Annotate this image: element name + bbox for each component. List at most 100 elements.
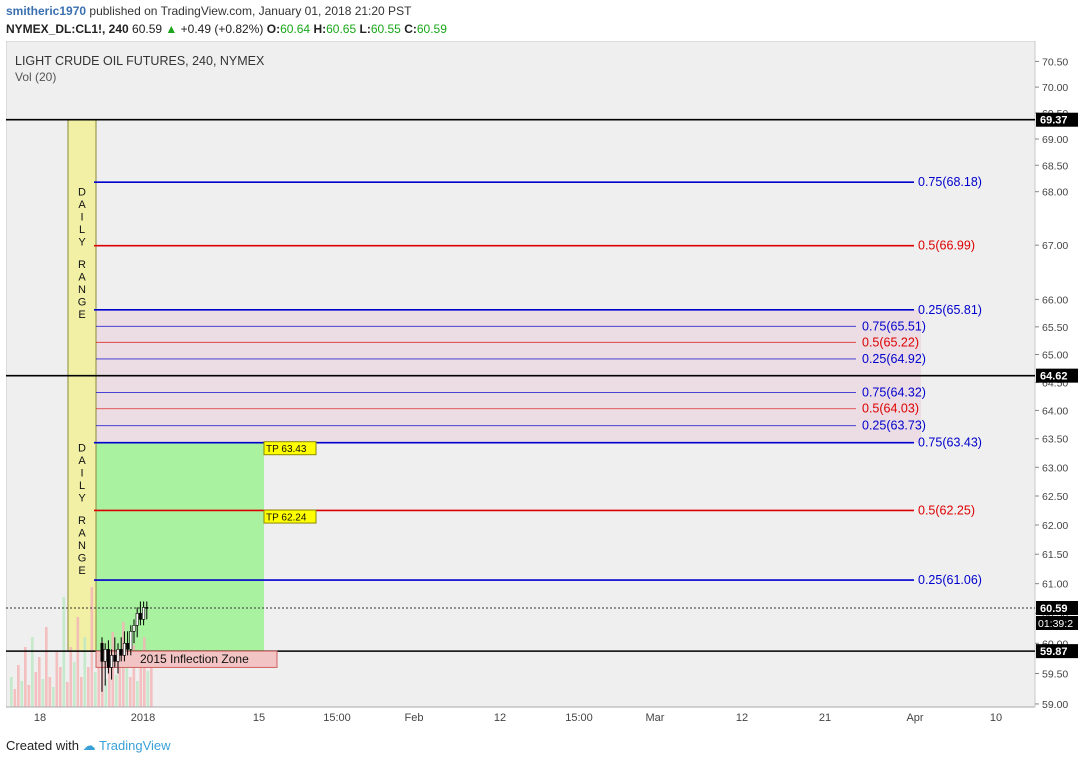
y-tick-label: 69.00 (1042, 134, 1068, 146)
candle-body (119, 649, 123, 656)
daily-range-letter: R (78, 515, 86, 527)
x-tick-label: 2018 (131, 712, 155, 724)
publish-line: smitheric1970 published on TradingView.c… (6, 4, 411, 18)
candle-body (135, 613, 139, 626)
volume-bar (17, 665, 20, 707)
volume-bar (125, 667, 129, 707)
volume-bar (143, 637, 146, 707)
volume-bar (136, 681, 139, 707)
volume-bar (38, 657, 41, 707)
x-tick-label: 18 (34, 712, 46, 724)
daily-range-letter: N (78, 540, 86, 552)
inner-level-label: 0.75(64.32) (862, 385, 926, 399)
last-price: 60.59 (132, 22, 163, 36)
volume-bar (73, 662, 76, 707)
lower-range-shade (96, 375, 921, 443)
close-label: C: (404, 22, 417, 36)
volume-bar (24, 647, 27, 707)
countdown-text: 01:39:2 (1038, 618, 1073, 630)
open-value: 60.64 (280, 22, 311, 36)
volume-bar (129, 677, 132, 707)
inner-level-label: 0.5(65.22) (862, 335, 919, 349)
price-chart[interactable]: 0.75(68.18) 0.5(66.99) 0.25(65.81) 0.75(63.… (6, 41, 1078, 733)
quote-line: NYMEX_DL:CL1!, 240 60.59 ▲ +0.49 (+0.82%… (6, 22, 447, 36)
change-value: +0.49 (+0.82%) (180, 22, 264, 36)
candle-body (110, 655, 114, 668)
y-tick-label: 70.50 (1042, 56, 1068, 68)
candle-body (116, 649, 120, 662)
tp-label-text: TP 63.43 (266, 444, 307, 455)
open-label: O: (266, 22, 281, 36)
created-with-text: Created with (6, 738, 79, 753)
volume-bar (76, 617, 80, 707)
price-badge-text: 59.87 (1040, 646, 1068, 658)
daily-range-letter: D (78, 443, 86, 455)
candle-body (142, 607, 146, 620)
daily-range-letter: E (78, 565, 85, 577)
close-value: 60.59 (416, 22, 447, 36)
daily-range-letter: Y (78, 493, 86, 505)
volume-bar (69, 647, 73, 707)
footer: Created with ☁ TradingView (6, 738, 171, 754)
y-tick-label: 63.50 (1042, 434, 1068, 446)
candle-body (103, 649, 107, 662)
fib-level-label: 0.5(62.25) (918, 503, 975, 517)
daily-range-letter: G (78, 553, 87, 565)
inner-level-label: 0.25(64.92) (862, 352, 926, 366)
candle-body (100, 642, 104, 662)
published-text: published on TradingView.com, January 01… (89, 4, 412, 18)
y-tick-label: 68.50 (1042, 160, 1068, 172)
symbol-label: NYMEX_DL:CL1!, 240 (6, 22, 129, 36)
volume-bar (34, 672, 38, 707)
volume-bar (41, 679, 45, 707)
volume-bar (31, 637, 34, 707)
daily-range-letter: L (79, 480, 85, 492)
candle-body (138, 613, 142, 620)
volume-bar (13, 689, 17, 707)
x-tick-label: 21 (819, 712, 831, 724)
volume-bar (27, 685, 31, 707)
chart-subtitle: Vol (20) (15, 70, 56, 84)
x-tick-label: Feb (405, 712, 424, 724)
daily-range-letter: I (80, 468, 83, 480)
x-tick-label: Mar (646, 712, 665, 724)
daily-range-letter: N (78, 284, 86, 296)
x-tick-label: 12 (494, 712, 506, 724)
daily-range-letter: D (78, 187, 86, 199)
x-tick-label: 12 (736, 712, 748, 724)
x-tick-label: 15:00 (323, 712, 351, 724)
candle-body (113, 655, 117, 662)
daily-range-letter: R (78, 259, 86, 271)
price-badge-text: 60.59 (1040, 603, 1068, 615)
author-link[interactable]: smitheric1970 (6, 4, 86, 18)
x-tick-label: 15:00 (565, 712, 593, 724)
upper-range-shade (96, 309, 921, 376)
volume-bar (146, 671, 150, 707)
fib-level-label: 0.75(68.18) (918, 175, 982, 189)
y-tick-label: 65.00 (1042, 349, 1068, 361)
high-value: 60.65 (326, 22, 357, 36)
fib-level-label: 0.25(61.06) (918, 573, 982, 587)
volume-bar (45, 627, 48, 707)
y-tick-label: 63.00 (1042, 462, 1068, 474)
daily-range-letter: A (78, 199, 86, 211)
y-tick-label: 59.00 (1042, 699, 1068, 711)
volume-bar (87, 667, 90, 707)
daily-range-letter: E (78, 309, 85, 321)
x-tick-label: Apr (906, 712, 923, 724)
candle-body (126, 642, 130, 650)
x-tick-label: 10 (990, 712, 1002, 724)
tp-label-text: TP 62.24 (266, 513, 307, 524)
volume-bar (10, 677, 13, 707)
daily-range-letter: I (80, 212, 83, 224)
inner-level-label: 0.5(64.03) (862, 402, 919, 416)
x-tick-label: 15 (253, 712, 265, 724)
chart-title: LIGHT CRUDE OIL FUTURES, 240, NYMEX (15, 54, 265, 68)
daily-range-letter: G (78, 297, 87, 309)
daily-range-letter: A (78, 272, 86, 284)
up-arrow-icon: ▲ (165, 22, 178, 36)
volume-bar (66, 682, 69, 707)
daily-range-letter: L (79, 224, 85, 236)
y-tick-label: 70.00 (1042, 82, 1068, 94)
tradingview-link[interactable]: TradingView (99, 738, 171, 753)
